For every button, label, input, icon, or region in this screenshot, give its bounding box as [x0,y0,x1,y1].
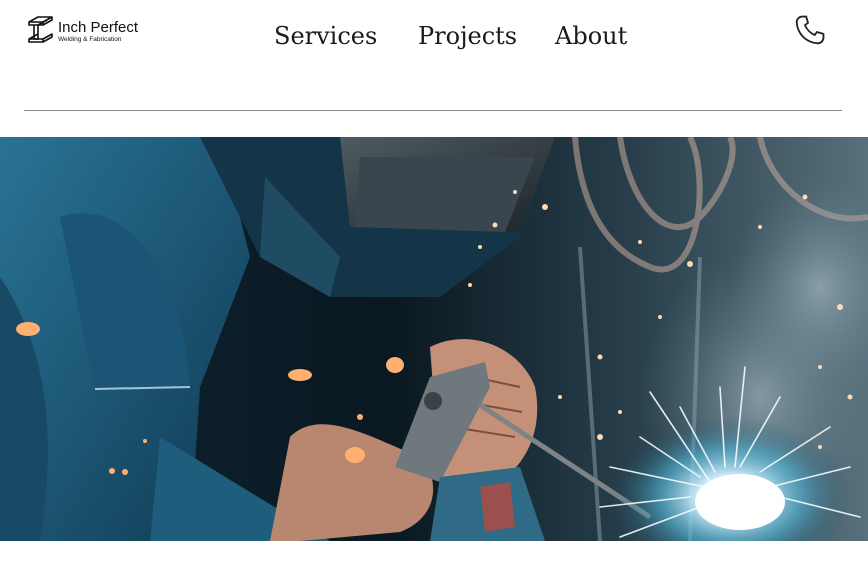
welder-at-work-hero-image [0,137,868,541]
nav-services-link[interactable]: Services [274,18,377,54]
phone-icon[interactable] [793,13,827,47]
footer-strip [0,541,868,580]
nav-about-link[interactable]: About [555,18,627,54]
main-nav: Services Projects About [0,18,868,58]
nav-projects-link[interactable]: Projects [418,18,517,54]
header-divider [24,110,842,111]
site-header: Inch Perfect Welding & Fabrication Servi… [0,0,868,137]
